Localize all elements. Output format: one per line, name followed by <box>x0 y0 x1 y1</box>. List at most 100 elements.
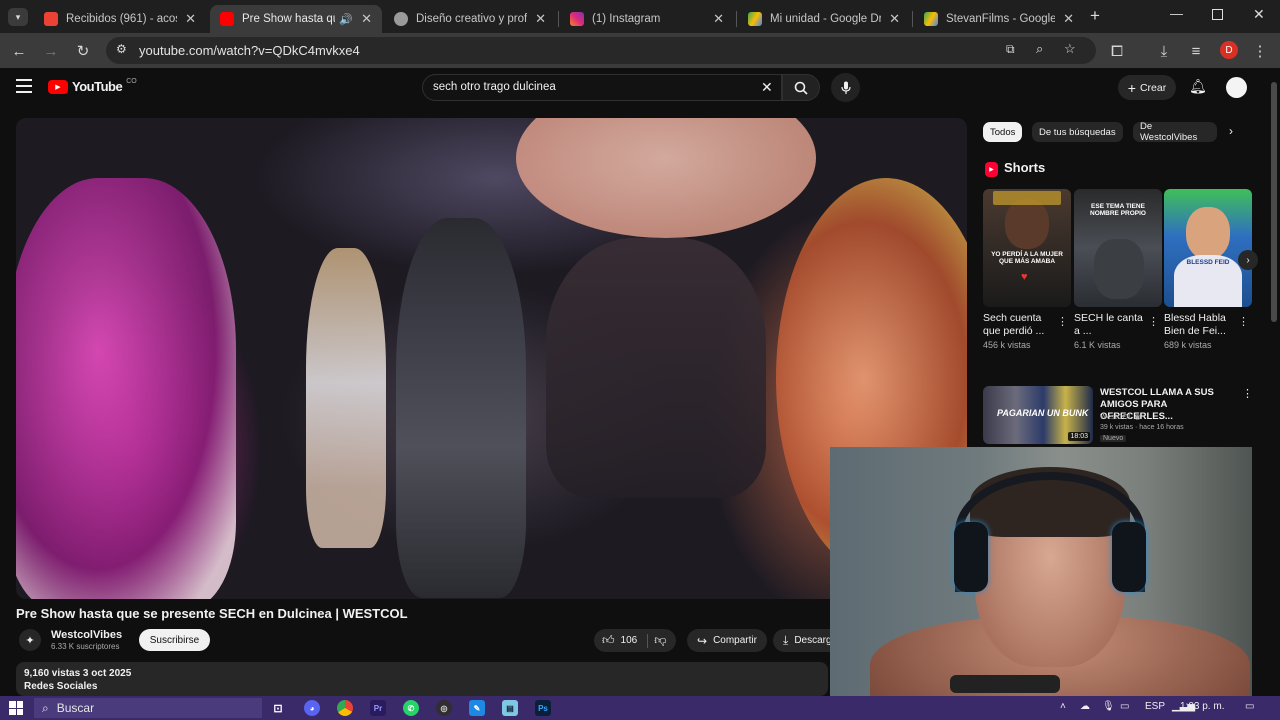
browser-tab-stevanfilms[interactable]: StevanFilms - Google Drive ✕ <box>914 5 1084 33</box>
discord-icon[interactable]: ◕ <box>304 700 320 716</box>
short-card[interactable]: BLESSD FEID Blessd Habla Bien de Fei... … <box>1164 189 1252 350</box>
bookmark-star-icon[interactable]: ☆ <box>1064 41 1076 57</box>
photoshop-icon[interactable]: Ps <box>535 700 551 716</box>
taskbar-search[interactable]: ⌕ Buscar <box>34 698 262 718</box>
whatsapp-icon[interactable]: ✆ <box>403 700 419 716</box>
short-title[interactable]: Blessd Habla Bien de Fei... <box>1164 312 1236 338</box>
scrollbar-thumb[interactable] <box>1271 82 1277 322</box>
new-tab-button[interactable]: + <box>1090 6 1100 26</box>
recommended-channel[interactable]: WestCOL ◉ <box>1100 412 1141 421</box>
country-code: CO <box>126 78 137 85</box>
headphone-right <box>1112 522 1146 592</box>
page-scrollbar[interactable] <box>1268 68 1280 696</box>
close-tab-icon[interactable]: ✕ <box>1063 11 1074 27</box>
short-title[interactable]: SECH le canta a ... <box>1074 312 1146 338</box>
short-thumbnail[interactable]: BLESSD FEID <box>1164 189 1252 307</box>
microphone-icon <box>840 81 851 94</box>
close-tab-icon[interactable]: ✕ <box>535 11 546 27</box>
close-tab-icon[interactable]: ✕ <box>185 11 196 27</box>
download-icon: ⤓ <box>783 633 789 647</box>
notepad-icon[interactable]: ▤ <box>502 700 518 716</box>
search-input[interactable]: sech otro trago dulcinea ✕ <box>422 74 782 101</box>
url-text[interactable]: youtube.com/watch?v=QDkC4mvkxe4 <box>139 43 360 58</box>
voice-search-button[interactable] <box>831 73 860 102</box>
browser-tab-design[interactable]: Diseño creativo y profesional ✕ <box>384 5 556 33</box>
restore-window-icon[interactable] <box>1212 9 1223 20</box>
recommended-meta: 39 k vistas · hace 16 horas <box>1100 424 1184 431</box>
search-query[interactable]: sech otro trago dulcinea <box>433 81 556 93</box>
short-card[interactable]: YO PERDÍ A LA MUJER QUE MÁS AMABA ♥ Sech… <box>983 189 1071 350</box>
short-thumbnail[interactable]: YO PERDÍ A LA MUJER QUE MÁS AMABA ♥ <box>983 189 1071 307</box>
clear-search-icon[interactable]: ✕ <box>761 79 773 96</box>
more-options-icon[interactable]: ⋮ <box>1242 387 1253 400</box>
more-options-icon[interactable]: ⋮ <box>1148 315 1159 328</box>
install-app-icon[interactable]: ⧉ <box>1006 42 1015 57</box>
notification-center-icon[interactable]: ▭ <box>1245 701 1254 712</box>
share-button[interactable]: ↪ Compartir <box>687 629 767 652</box>
chrome-icon[interactable] <box>337 700 353 716</box>
hamburger-menu-icon[interactable] <box>16 79 32 93</box>
chip-from-channel[interactable]: De WestcolVibes <box>1133 122 1217 142</box>
reload-icon[interactable]: ↻ <box>73 41 93 61</box>
short-card[interactable]: ESE TEMA TIENE NOMBRE PROPIO SECH le can… <box>1074 189 1162 350</box>
close-window-icon[interactable]: ✕ <box>1253 6 1265 23</box>
extensions-icon[interactable]: ⧠ <box>1107 41 1127 61</box>
search-button[interactable] <box>782 74 820 101</box>
recommended-thumbnail[interactable]: PAGARIAN UN BUNK 18:03 <box>983 386 1093 444</box>
minimize-window-icon[interactable]: — <box>1170 6 1183 21</box>
short-title[interactable]: Sech cuenta que perdió ... <box>983 312 1055 338</box>
chips-next-icon[interactable]: › <box>1229 124 1233 138</box>
zoom-icon[interactable]: ⌕ <box>1036 41 1043 57</box>
thumbs-up-icon[interactable]: 👍︎ <box>602 633 615 648</box>
shorts-next-icon[interactable]: › <box>1238 250 1258 270</box>
address-bar[interactable]: ⚙ youtube.com/watch?v=QDkC4mvkxe4 ⧉ ⌕ ☆ <box>106 37 1096 64</box>
site-info-icon[interactable]: ⚙ <box>116 42 127 56</box>
media-control-icon[interactable]: ≡ <box>1186 41 1206 61</box>
youtube-logo[interactable]: ▶ YouTube CO <box>48 78 137 94</box>
channel-name[interactable]: WestcolVibes <box>51 629 122 641</box>
chip-from-searches[interactable]: De tus búsquedas <box>1032 122 1123 142</box>
tab-search-dropdown-icon[interactable]: ▾ <box>8 8 28 26</box>
tray-expand-icon[interactable]: ˄ <box>1060 701 1066 712</box>
tab-title: (1) Instagram <box>592 13 661 25</box>
subscribe-button[interactable]: Suscribirse <box>139 629 210 651</box>
language-indicator[interactable]: ESP <box>1145 701 1165 712</box>
more-options-icon[interactable]: ⋮ <box>1238 315 1249 328</box>
browser-tab-drive[interactable]: Mi unidad - Google Drive ✕ <box>738 5 910 33</box>
notifications-bell-icon[interactable]: 🔔︎ <box>1189 78 1207 95</box>
like-count[interactable]: 106 <box>621 635 638 646</box>
short-views: 6.1 K vistas <box>1074 340 1121 350</box>
clock[interactable]: 1:03 p. m. <box>1180 701 1224 712</box>
battery-icon[interactable]: ▭ <box>1120 701 1129 712</box>
close-tab-icon[interactable]: ✕ <box>713 11 724 27</box>
description-box[interactable]: 9,160 vistas 3 oct 2025 Redes Sociales <box>16 662 828 696</box>
close-tab-icon[interactable]: ✕ <box>361 11 372 27</box>
download-button[interactable]: ⤓ Descargar <box>773 629 830 652</box>
thumbs-down-icon[interactable]: 👎︎ <box>654 633 666 648</box>
forward-icon[interactable]: → <box>41 41 61 61</box>
channel-avatar[interactable]: ✦ <box>19 629 41 651</box>
obs-icon[interactable]: ◎ <box>436 700 452 716</box>
video-player[interactable] <box>16 118 967 599</box>
browser-tab-instagram[interactable]: (1) Instagram ✕ <box>560 5 734 33</box>
speaker-icon[interactable]: 🔊 <box>339 13 353 26</box>
more-options-icon[interactable]: ⋮ <box>1057 315 1068 328</box>
microphone-tray-icon[interactable]: 🎙︎ <box>1102 701 1115 712</box>
task-view-icon[interactable]: ⊡ <box>270 700 286 716</box>
create-button[interactable]: + Crear <box>1118 75 1176 100</box>
chip-all[interactable]: Todos <box>983 122 1023 142</box>
profile-avatar[interactable]: D <box>1220 41 1238 59</box>
browser-tab-gmail[interactable]: Recibidos (961) - acosta ✕ <box>34 5 206 33</box>
windows-start-icon[interactable] <box>9 701 23 715</box>
download-icon[interactable]: ⤓ <box>1154 41 1174 61</box>
browser-tab-youtube[interactable]: Pre Show hasta que se 🔊 ✕ <box>210 5 382 33</box>
video-frame-man-center <box>396 218 526 598</box>
capcut-icon[interactable]: ✎ <box>469 700 485 716</box>
onedrive-icon[interactable]: ☁ <box>1080 701 1090 712</box>
premiere-icon[interactable]: Pr <box>370 700 386 716</box>
short-thumbnail[interactable]: ESE TEMA TIENE NOMBRE PROPIO <box>1074 189 1162 307</box>
browser-menu-icon[interactable]: ⋮ <box>1250 41 1270 61</box>
account-avatar[interactable] <box>1226 77 1247 98</box>
close-tab-icon[interactable]: ✕ <box>889 11 900 27</box>
back-icon[interactable]: ← <box>9 41 29 61</box>
